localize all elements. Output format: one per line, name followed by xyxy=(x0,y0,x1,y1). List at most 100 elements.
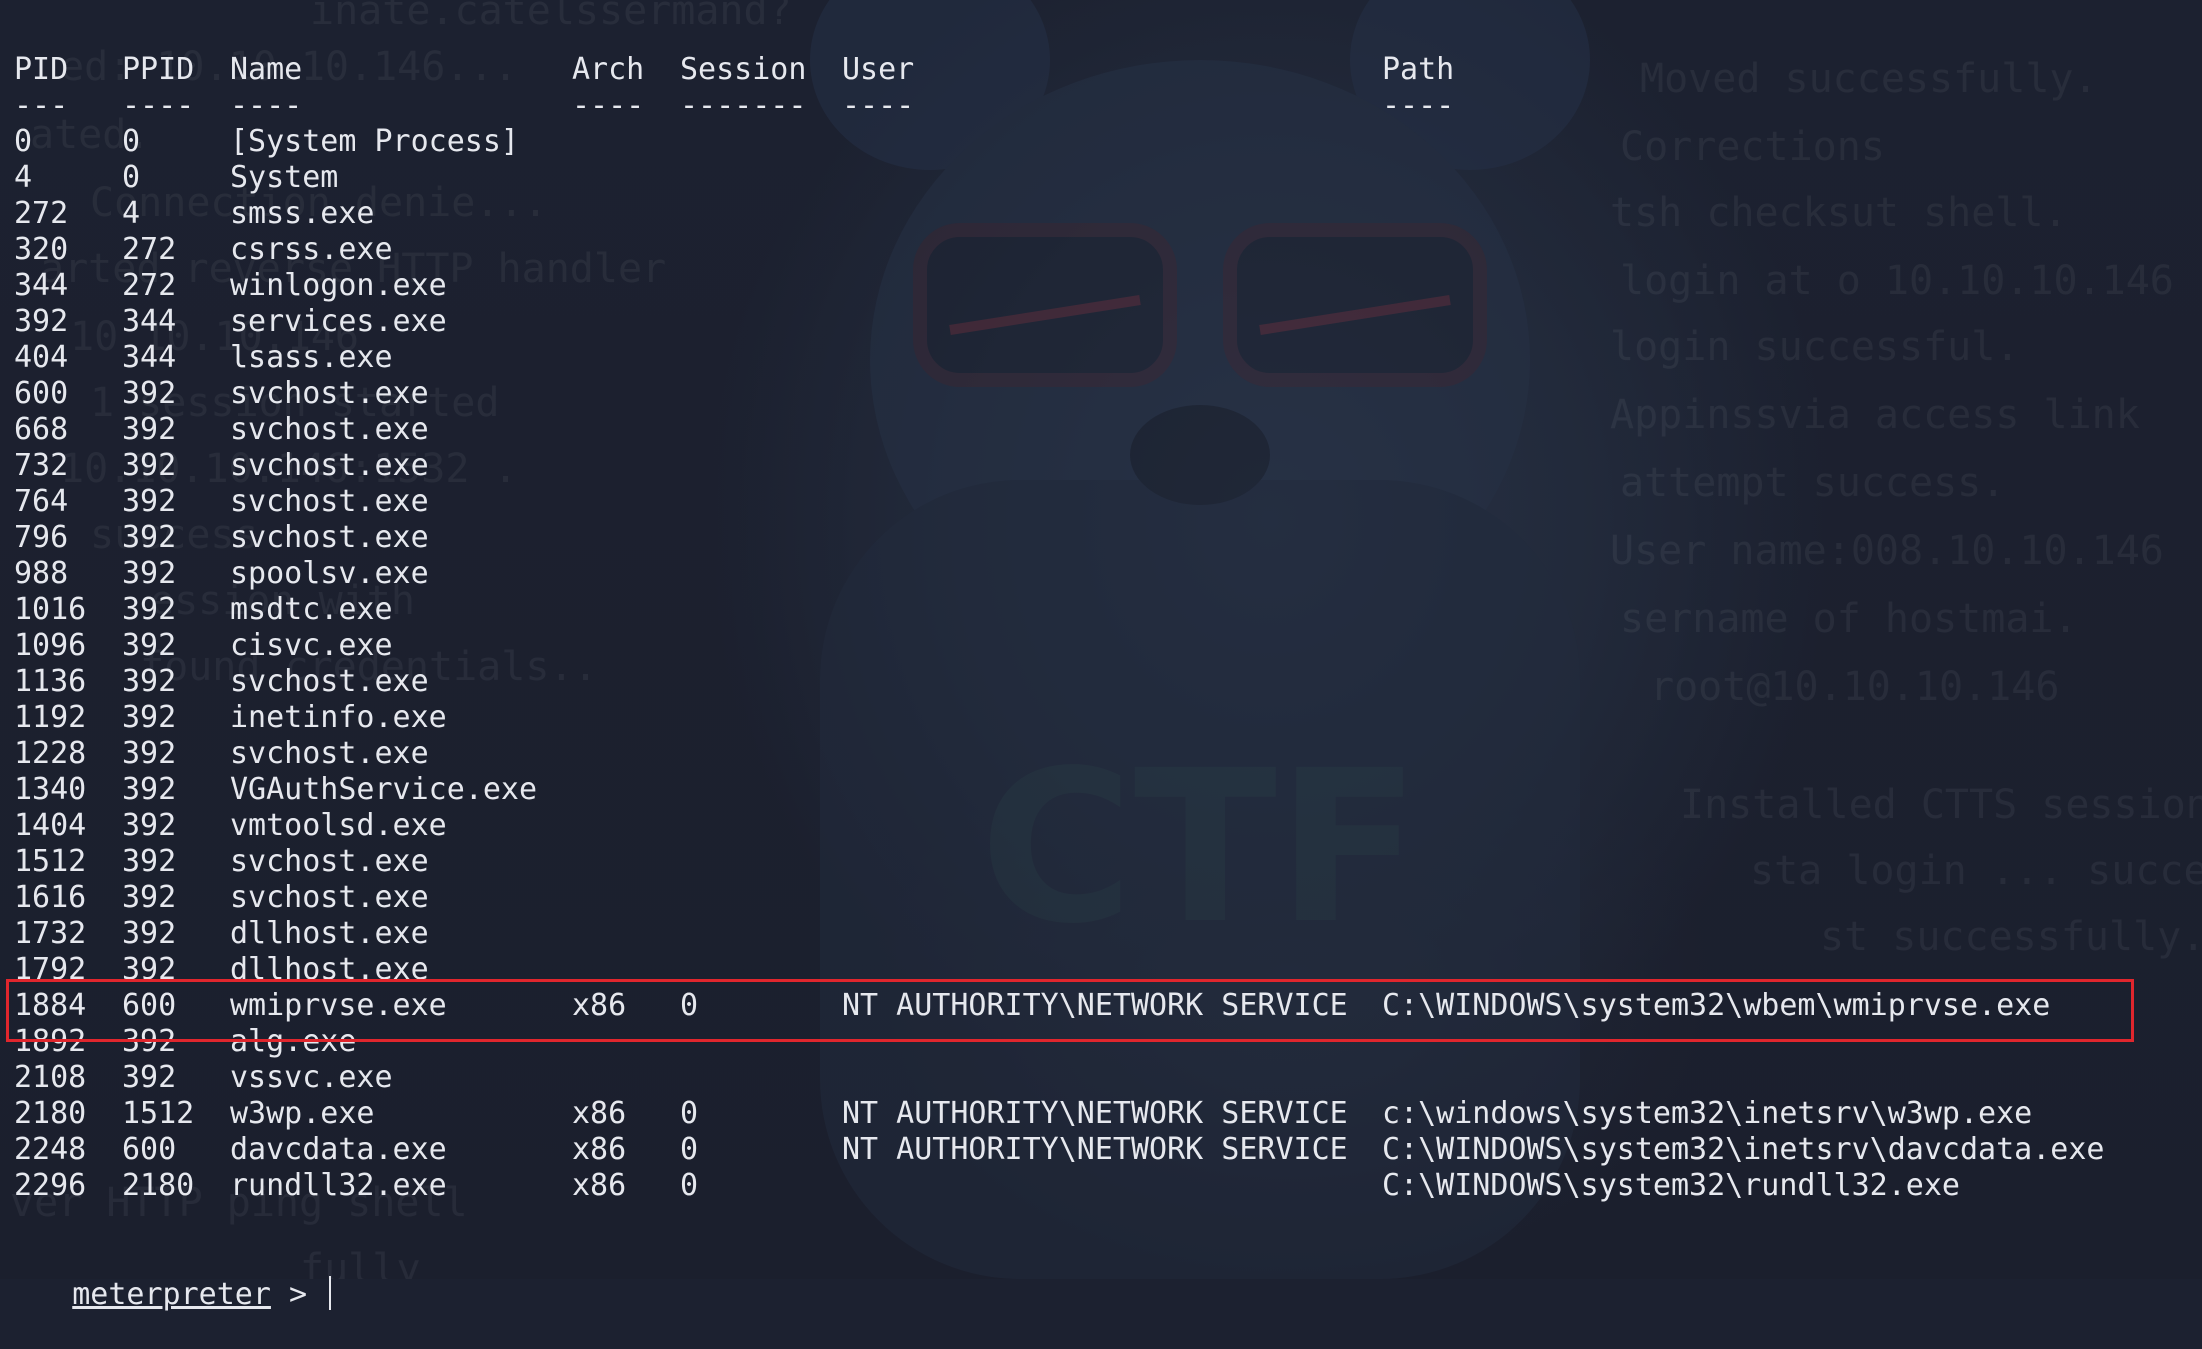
prompt-label: meterpreter xyxy=(72,1277,271,1312)
process-session: 0 xyxy=(680,1168,699,1203)
process-ppid: 392 xyxy=(122,448,177,483)
process-name: csrss.exe xyxy=(230,232,393,267)
process-arch: x86 xyxy=(572,1096,627,1131)
separator-line: -------------- xyxy=(0,0,253,10)
process-path: C:\WINDOWS\system32\rundll32.exe xyxy=(1382,1168,1960,1203)
process-pid: 1340 xyxy=(14,772,87,807)
process-pid: 2108 xyxy=(14,1060,87,1095)
process-pid: 1192 xyxy=(14,700,87,735)
process-name: svchost.exe xyxy=(230,736,429,771)
process-ppid: 392 xyxy=(122,556,177,591)
process-ppid: 392 xyxy=(122,592,177,627)
process-ppid: 392 xyxy=(122,808,177,843)
command-prompt[interactable]: meterpreter > xyxy=(0,1240,332,1312)
header-path: Path xyxy=(1382,52,1455,87)
process-name: dllhost.exe xyxy=(230,916,429,951)
process-pid: 392 xyxy=(14,304,69,339)
header-session: Session xyxy=(680,52,807,87)
underline-name: ---- xyxy=(230,88,303,123)
process-ppid: 272 xyxy=(122,232,177,267)
process-ppid: 392 xyxy=(122,664,177,699)
process-ppid: 392 xyxy=(122,520,177,555)
process-name: svchost.exe xyxy=(230,376,429,411)
process-pid: 344 xyxy=(14,268,69,303)
process-session: 0 xyxy=(680,1132,699,1167)
process-name: svchost.exe xyxy=(230,412,429,447)
header-user: User xyxy=(842,52,915,87)
process-name: [System Process] xyxy=(230,124,519,159)
underline-ppid: ---- xyxy=(122,88,195,123)
process-pid: 2296 xyxy=(14,1168,87,1203)
process-pid: 668 xyxy=(14,412,69,447)
process-user: NT AUTHORITY\NETWORK SERVICE xyxy=(842,1132,1348,1167)
underline-arch: ---- xyxy=(572,88,645,123)
process-pid: 2180 xyxy=(14,1096,87,1131)
process-ppid: 1512 xyxy=(122,1096,195,1131)
process-ppid: 392 xyxy=(122,412,177,447)
process-pid: 320 xyxy=(14,232,69,267)
process-ppid: 392 xyxy=(122,700,177,735)
process-pid: 4 xyxy=(14,160,33,195)
process-pid: 796 xyxy=(14,520,69,555)
process-pid: 1096 xyxy=(14,628,87,663)
process-ppid: 392 xyxy=(122,1060,177,1095)
process-ppid: 272 xyxy=(122,268,177,303)
process-ppid: 392 xyxy=(122,484,177,519)
underline-path: ---- xyxy=(1382,88,1455,123)
process-name: services.exe xyxy=(230,304,447,339)
process-table-header: PID PPID Name Arch Session User Path xyxy=(14,52,1454,88)
process-pid: 1228 xyxy=(14,736,87,771)
process-pid: 404 xyxy=(14,340,69,375)
process-name: smss.exe xyxy=(230,196,375,231)
process-arch: x86 xyxy=(572,1132,627,1167)
process-name: svchost.exe xyxy=(230,520,429,555)
process-ppid: 392 xyxy=(122,628,177,663)
process-ppid: 392 xyxy=(122,772,177,807)
process-ppid: 2180 xyxy=(122,1168,195,1203)
process-pid: 2248 xyxy=(14,1132,87,1167)
process-pid: 272 xyxy=(14,196,69,231)
process-name: vmtoolsd.exe xyxy=(230,808,447,843)
process-pid: 732 xyxy=(14,448,69,483)
process-ppid: 392 xyxy=(122,844,177,879)
process-ppid: 392 xyxy=(122,736,177,771)
process-name: spoolsv.exe xyxy=(230,556,429,591)
process-name: msdtc.exe xyxy=(230,592,393,627)
process-name: inetinfo.exe xyxy=(230,700,447,735)
terminal-output: -------------- PID PPID Name Arch Sessio… xyxy=(0,0,2202,1312)
process-pid: 600 xyxy=(14,376,69,411)
process-ppid: 344 xyxy=(122,340,177,375)
process-pid: 1404 xyxy=(14,808,87,843)
process-ppid: 344 xyxy=(122,304,177,339)
text-cursor xyxy=(329,1276,332,1310)
process-name: davcdata.exe xyxy=(230,1132,447,1167)
process-pid: 0 xyxy=(14,124,33,159)
header-arch: Arch xyxy=(572,52,645,87)
highlighted-process-box xyxy=(6,979,2134,1042)
process-name: svchost.exe xyxy=(230,664,429,699)
process-name: System xyxy=(230,160,339,195)
header-name: Name xyxy=(230,52,303,87)
process-ppid: 4 xyxy=(122,196,141,231)
process-name: svchost.exe xyxy=(230,880,429,915)
process-pid: 1016 xyxy=(14,592,87,627)
process-arch: x86 xyxy=(572,1168,627,1203)
process-ppid: 392 xyxy=(122,880,177,915)
process-name: svchost.exe xyxy=(230,484,429,519)
header-ppid: PPID xyxy=(122,52,195,87)
process-ppid: 392 xyxy=(122,376,177,411)
process-path: c:\windows\system32\inetsrv\w3wp.exe xyxy=(1382,1096,2033,1131)
process-ppid: 600 xyxy=(122,1132,177,1167)
underline-user: ---- xyxy=(842,88,915,123)
process-table-header-underline: --- ---- ---- ---- ------- ---- ---- xyxy=(14,88,1454,124)
process-name: lsass.exe xyxy=(230,340,393,375)
process-path: C:\WINDOWS\system32\inetsrv\davcdata.exe xyxy=(1382,1132,2105,1167)
process-user: NT AUTHORITY\NETWORK SERVICE xyxy=(842,1096,1348,1131)
process-name: rundll32.exe xyxy=(230,1168,447,1203)
process-pid: 1512 xyxy=(14,844,87,879)
process-name: VGAuthService.exe xyxy=(230,772,538,807)
process-name: winlogon.exe xyxy=(230,268,447,303)
underline-session: ------- xyxy=(680,88,807,123)
process-pid: 988 xyxy=(14,556,69,591)
process-pid: 1136 xyxy=(14,664,87,699)
